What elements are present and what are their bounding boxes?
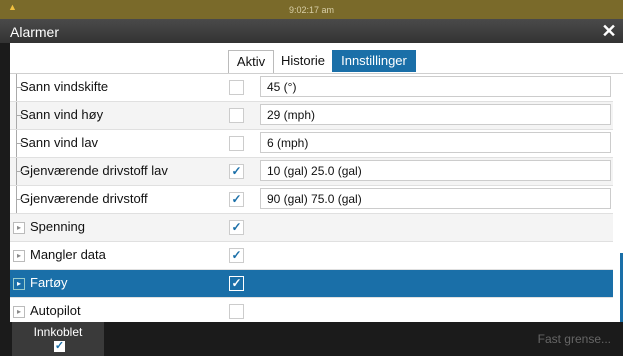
status-bar: ▲ 9:02:17 am [0,0,623,19]
alarm-checkbox[interactable] [229,304,244,319]
alarm-checkbox[interactable]: ✓ [229,220,244,235]
alarm-panel: Aktiv Historie Innstillinger Sann vindsk… [10,43,623,322]
alarm-label: Sann vind lav [20,135,99,150]
alarm-settings-list: Sann vindskifte 45 (°) Sann vind høy 29 … [10,74,613,322]
enabled-label: Innkoblet [33,325,83,339]
alarm-checkbox[interactable] [229,136,244,151]
enabled-toggle[interactable]: Innkoblet ✓ [12,322,104,356]
tab-aktiv[interactable]: Aktiv [228,50,274,73]
expand-arrow-icon[interactable]: ▸ [13,222,25,234]
title-bar: Alarmer ✕ [0,19,623,43]
list-item[interactable]: Gjenværende drivstoff lav ✓ 10 (gal) 25.… [10,158,613,186]
alarm-value-field[interactable]: 90 (gal) 75.0 (gal) [260,188,611,209]
alarm-label: Gjenværende drivstoff [20,191,148,206]
list-item[interactable]: ▸ Autopilot [10,298,613,322]
alarm-value-field[interactable]: 10 (gal) 25.0 (gal) [260,160,611,181]
clock: 9:02:17 am [288,5,335,15]
list-item[interactable]: Gjenværende drivstoff ✓ 90 (gal) 75.0 (g… [10,186,613,214]
alarm-group-label: Fartøy [30,275,68,290]
alarm-group-label: Spenning [30,219,85,234]
alarm-value-field[interactable]: 6 (mph) [260,132,611,153]
expand-arrow-icon[interactable]: ▸ [13,278,25,290]
alarm-checkbox[interactable]: ✓ [229,164,244,179]
list-item[interactable]: Sann vindskifte 45 (°) [10,74,613,102]
expand-arrow-icon[interactable]: ▸ [13,250,25,262]
bottom-bar: Innkoblet ✓ Fast grense... [0,322,623,356]
alarm-value-field[interactable]: 29 (mph) [260,104,611,125]
list-item[interactable]: ▸ Spenning ✓ [10,214,613,242]
alarm-value-field[interactable]: 45 (°) [260,76,611,97]
list-item[interactable]: Sann vind lav 6 (mph) [10,130,613,158]
alarm-checkbox[interactable] [229,108,244,123]
alarm-checkbox[interactable]: ✓ [229,248,244,263]
tab-bar: Aktiv Historie Innstillinger [10,43,623,74]
fixed-limit-button[interactable]: Fast grense... [538,332,611,346]
expand-arrow-icon[interactable]: ▸ [13,306,25,318]
alarm-checkbox[interactable] [229,80,244,95]
close-icon[interactable]: ✕ [600,22,618,40]
enabled-checkbox[interactable]: ✓ [54,341,65,352]
alarm-label: Sann vind høy [20,107,104,122]
window-title: Alarmer [10,24,60,40]
list-item[interactable]: ▸ Mangler data ✓ [10,242,613,270]
tab-historie[interactable]: Historie [273,50,333,72]
alarm-group-label: Autopilot [30,303,81,318]
alarm-label: Gjenværende drivstoff lav [20,163,168,178]
alarm-checkbox[interactable]: ✓ [229,192,244,207]
list-item[interactable]: Sann vind høy 29 (mph) [10,102,613,130]
alarm-group-label: Mangler data [30,247,106,262]
list-item-selected[interactable]: ▸ Fartøy ✓ [10,270,613,298]
alarm-checkbox[interactable]: ✓ [229,276,244,291]
alarm-label: Sann vindskifte [20,79,109,94]
tab-innstillinger[interactable]: Innstillinger [332,50,416,72]
